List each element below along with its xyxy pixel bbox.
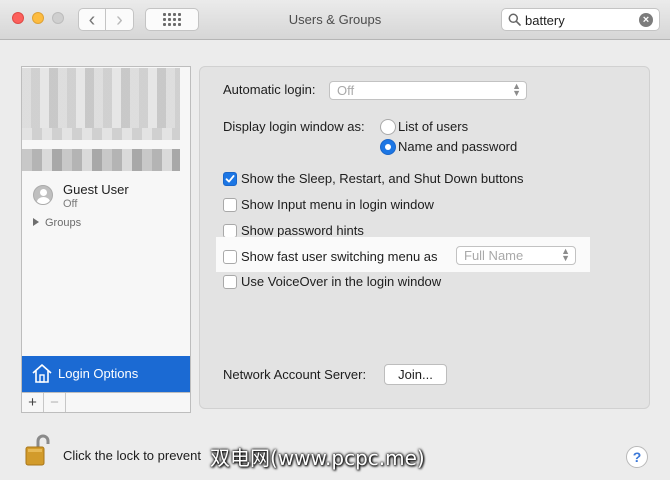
checkbox-show-sleep-restart-label[interactable]: Show the Sleep, Restart, and Shut Down b… bbox=[241, 171, 524, 186]
automatic-login-popup[interactable]: Off ▲ ▼ bbox=[329, 81, 527, 100]
house-icon bbox=[32, 364, 52, 383]
search-input[interactable]: battery bbox=[525, 13, 565, 28]
watermark-text: 双电网(www.pcpc.me) bbox=[210, 446, 425, 470]
automatic-login-label: Automatic login: bbox=[223, 82, 316, 97]
join-button[interactable]: Join... bbox=[384, 364, 447, 385]
checkbox-show-input-menu[interactable] bbox=[223, 198, 237, 212]
radio-name-and-password-label[interactable]: Name and password bbox=[398, 139, 517, 154]
sidebar-bottom-bar: + − bbox=[21, 393, 191, 413]
radio-list-of-users[interactable] bbox=[380, 119, 396, 135]
popup-arrows-icon: ▲ ▼ bbox=[512, 81, 521, 98]
checkbox-show-password-hints-label[interactable]: Show password hints bbox=[241, 223, 364, 238]
checkbox-show-password-hints[interactable] bbox=[223, 224, 237, 238]
lock-status-text: Click the lock to prevent bbox=[63, 448, 202, 463]
search-field[interactable]: battery × bbox=[501, 8, 660, 31]
checkbox-show-input-menu-label[interactable]: Show Input menu in login window bbox=[241, 197, 434, 212]
title-bar: ‹ › Users & Groups battery × bbox=[0, 0, 670, 40]
checkbox-show-sleep-restart[interactable] bbox=[223, 172, 237, 186]
fast-switching-format-popup[interactable]: Full Name ▲ ▼ bbox=[456, 246, 576, 265]
popup-arrows-icon: ▲ ▼ bbox=[561, 246, 570, 263]
login-options-item[interactable]: Login Options bbox=[22, 356, 190, 392]
clear-search-icon[interactable]: × bbox=[639, 13, 653, 27]
network-account-label: Network Account Server: bbox=[223, 367, 367, 382]
checkbox-voiceover-label[interactable]: Use VoiceOver in the login window bbox=[241, 274, 441, 289]
remove-user-button[interactable]: − bbox=[44, 393, 66, 412]
radio-name-and-password[interactable] bbox=[380, 139, 396, 155]
blurred-user-entry[interactable] bbox=[22, 149, 180, 171]
login-options-label: Login Options bbox=[58, 366, 139, 381]
users-sidebar: Guest User Off Groups Login Options bbox=[21, 66, 191, 393]
checkbox-fast-user-switching-label[interactable]: Show fast user switching menu as bbox=[241, 249, 438, 264]
lock-icon[interactable] bbox=[24, 433, 50, 467]
search-icon bbox=[508, 13, 521, 26]
automatic-login-value: Off bbox=[337, 83, 355, 98]
radio-list-of-users-label[interactable]: List of users bbox=[398, 119, 468, 134]
groups-label: Groups bbox=[45, 217, 82, 229]
fast-switching-format-value: Full Name bbox=[464, 248, 524, 263]
guest-user-name: Guest User bbox=[63, 182, 129, 197]
help-button[interactable]: ? bbox=[626, 446, 648, 468]
checkmark-icon bbox=[225, 175, 235, 183]
blurred-separator bbox=[22, 128, 180, 140]
checkbox-fast-user-switching[interactable] bbox=[223, 250, 237, 264]
guest-user-status: Off bbox=[63, 198, 78, 210]
checkbox-voiceover[interactable] bbox=[223, 275, 237, 289]
blurred-user-entry[interactable] bbox=[22, 68, 180, 128]
disclosure-triangle-icon bbox=[33, 218, 39, 226]
users-groups-window: ‹ › Users & Groups battery × Guest User bbox=[0, 0, 670, 480]
add-user-button[interactable]: + bbox=[22, 393, 44, 412]
guest-avatar-icon bbox=[33, 185, 53, 205]
display-login-label: Display login window as: bbox=[223, 119, 365, 134]
